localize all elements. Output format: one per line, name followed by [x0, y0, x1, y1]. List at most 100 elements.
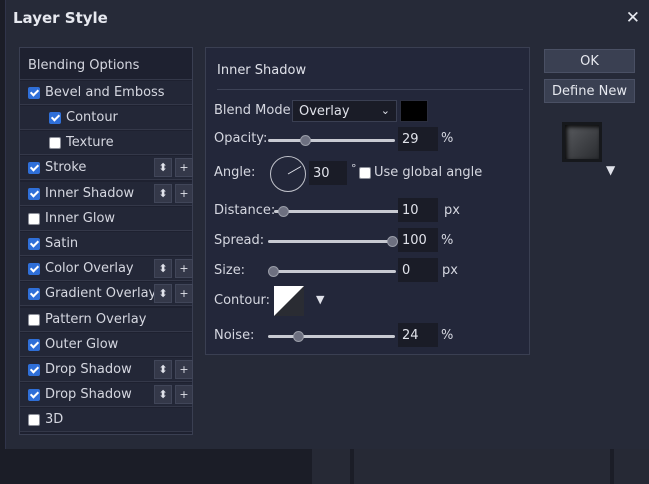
add-style-icon[interactable]: + — [175, 385, 193, 404]
background-panel — [610, 449, 614, 484]
angle-dial[interactable] — [270, 156, 306, 192]
style-item-label: Satin — [45, 236, 79, 251]
noise-input[interactable]: 24 — [398, 323, 438, 347]
style-checkbox[interactable] — [28, 287, 40, 300]
noise-label: Noise: — [214, 328, 255, 343]
contour-preview-icon[interactable] — [274, 286, 304, 316]
checkbox-icon[interactable] — [359, 167, 371, 179]
add-style-icon[interactable]: + — [175, 158, 193, 177]
style-checkbox[interactable] — [28, 413, 40, 426]
style-item-label: Drop Shadow — [45, 362, 132, 377]
spread-label: Spread: — [214, 233, 265, 248]
section-divider — [217, 89, 523, 90]
opacity-label: Opacity: — [214, 131, 268, 146]
style-item-label: Outer Glow — [45, 337, 119, 352]
style-item-label: Pattern Overlay — [45, 312, 147, 327]
spread-input[interactable]: 100 — [398, 228, 438, 252]
angle-needle-icon — [287, 166, 302, 175]
style-item-label: Texture — [66, 135, 114, 150]
style-item[interactable]: Pattern Overlay — [20, 308, 192, 332]
distance-slider-knob[interactable] — [277, 206, 289, 217]
style-item[interactable]: Bevel and Emboss — [20, 81, 192, 105]
distance-input[interactable]: 10 — [398, 198, 438, 222]
inner-shadow-panel: Inner Shadow Blend Mode: Overlay ⌄ Opaci… — [205, 47, 530, 355]
style-item[interactable]: 3D — [20, 408, 192, 432]
style-item[interactable]: Contour — [20, 106, 192, 130]
style-checkbox[interactable] — [28, 388, 40, 401]
style-item[interactable]: Color Overlay ⬍ + — [20, 257, 193, 281]
style-checkbox[interactable] — [28, 262, 40, 275]
layer-style-dialog: Layer Style ✕ Blending Options Bevel and … — [5, 0, 649, 449]
dialog-title: Layer Style — [13, 9, 108, 27]
opacity-slider[interactable] — [268, 135, 395, 146]
style-checkbox[interactable] — [49, 136, 61, 149]
contour-dropdown-icon[interactable]: ▼ — [316, 293, 324, 306]
style-item[interactable]: Blending Options — [20, 52, 192, 80]
reorder-icon[interactable]: ⬍ — [154, 259, 172, 278]
angle-label: Angle: — [214, 165, 256, 180]
add-style-icon[interactable]: + — [175, 184, 193, 203]
reorder-icon[interactable]: ⬍ — [154, 284, 172, 303]
style-item[interactable]: Outer Glow — [20, 333, 192, 357]
style-checkbox[interactable] — [28, 86, 40, 99]
style-item-label: Gradient Overlay — [45, 286, 157, 301]
reorder-icon[interactable]: ⬍ — [154, 360, 172, 379]
size-input[interactable]: 0 — [398, 258, 438, 282]
style-item[interactable]: Texture — [20, 131, 192, 155]
size-label: Size: — [214, 263, 246, 278]
opacity-input[interactable]: 29 — [398, 127, 438, 151]
preview-dropdown-icon[interactable]: ▼ — [606, 163, 615, 177]
add-style-icon[interactable]: + — [175, 360, 193, 379]
style-item[interactable]: Gradient Overlay ⬍ + — [20, 282, 193, 306]
chevron-down-icon: ⌄ — [380, 104, 390, 117]
style-item-label: Inner Shadow — [45, 186, 135, 201]
shadow-color-swatch[interactable] — [400, 100, 428, 122]
noise-slider[interactable] — [268, 331, 395, 342]
reorder-icon[interactable]: ⬍ — [154, 158, 172, 177]
opacity-slider-knob[interactable] — [299, 135, 311, 146]
spread-slider[interactable] — [268, 236, 398, 247]
blend-mode-select[interactable]: Overlay ⌄ — [292, 100, 397, 122]
style-checkbox[interactable] — [49, 111, 61, 124]
style-preview-thumbnail — [562, 122, 602, 162]
style-checkbox[interactable] — [28, 212, 40, 225]
style-checkbox[interactable] — [28, 338, 40, 351]
style-item[interactable]: Satin — [20, 232, 192, 256]
noise-unit: % — [441, 328, 454, 343]
style-checkbox[interactable] — [28, 187, 40, 200]
global-angle-label: Use global angle — [374, 165, 483, 180]
add-style-icon[interactable]: + — [175, 284, 193, 303]
distance-slider[interactable] — [274, 206, 400, 217]
distance-unit: px — [444, 203, 460, 218]
reorder-icon[interactable]: ⬍ — [154, 184, 172, 203]
spread-unit: % — [441, 233, 454, 248]
section-title: Inner Shadow — [217, 63, 307, 78]
ok-button[interactable]: OK — [544, 49, 635, 73]
style-checkbox[interactable] — [28, 161, 40, 174]
angle-input[interactable]: 30 — [309, 161, 347, 185]
style-item[interactable]: Stroke ⬍ + — [20, 156, 193, 180]
style-item-label: Color Overlay — [45, 261, 134, 276]
opacity-unit: % — [441, 131, 454, 146]
style-item[interactable]: Inner Shadow ⬍ + — [20, 182, 193, 206]
add-style-icon[interactable]: + — [175, 259, 193, 278]
spread-slider-knob[interactable] — [387, 236, 398, 247]
background-panel — [350, 449, 354, 484]
define-new-button[interactable]: Define New — [544, 79, 635, 103]
style-checkbox[interactable] — [28, 237, 40, 250]
style-item-label: Blending Options — [28, 58, 140, 73]
style-item[interactable]: Inner Glow — [20, 207, 192, 231]
size-slider-knob[interactable] — [268, 266, 279, 277]
styles-list: Blending Options Bevel and Emboss Contour T… — [19, 47, 193, 435]
blend-mode-label: Blend Mode: — [214, 103, 295, 118]
style-item-label: Bevel and Emboss — [45, 85, 165, 100]
size-slider[interactable] — [268, 266, 396, 277]
close-icon[interactable]: ✕ — [626, 8, 640, 28]
reorder-icon[interactable]: ⬍ — [154, 385, 172, 404]
style-item[interactable]: Drop Shadow ⬍ + — [20, 358, 193, 382]
style-item[interactable]: Drop Shadow ⬍ + — [20, 383, 193, 407]
style-checkbox[interactable] — [28, 363, 40, 376]
style-checkbox[interactable] — [28, 313, 40, 326]
noise-slider-knob[interactable] — [293, 331, 305, 342]
global-angle-checkbox[interactable] — [359, 167, 371, 183]
